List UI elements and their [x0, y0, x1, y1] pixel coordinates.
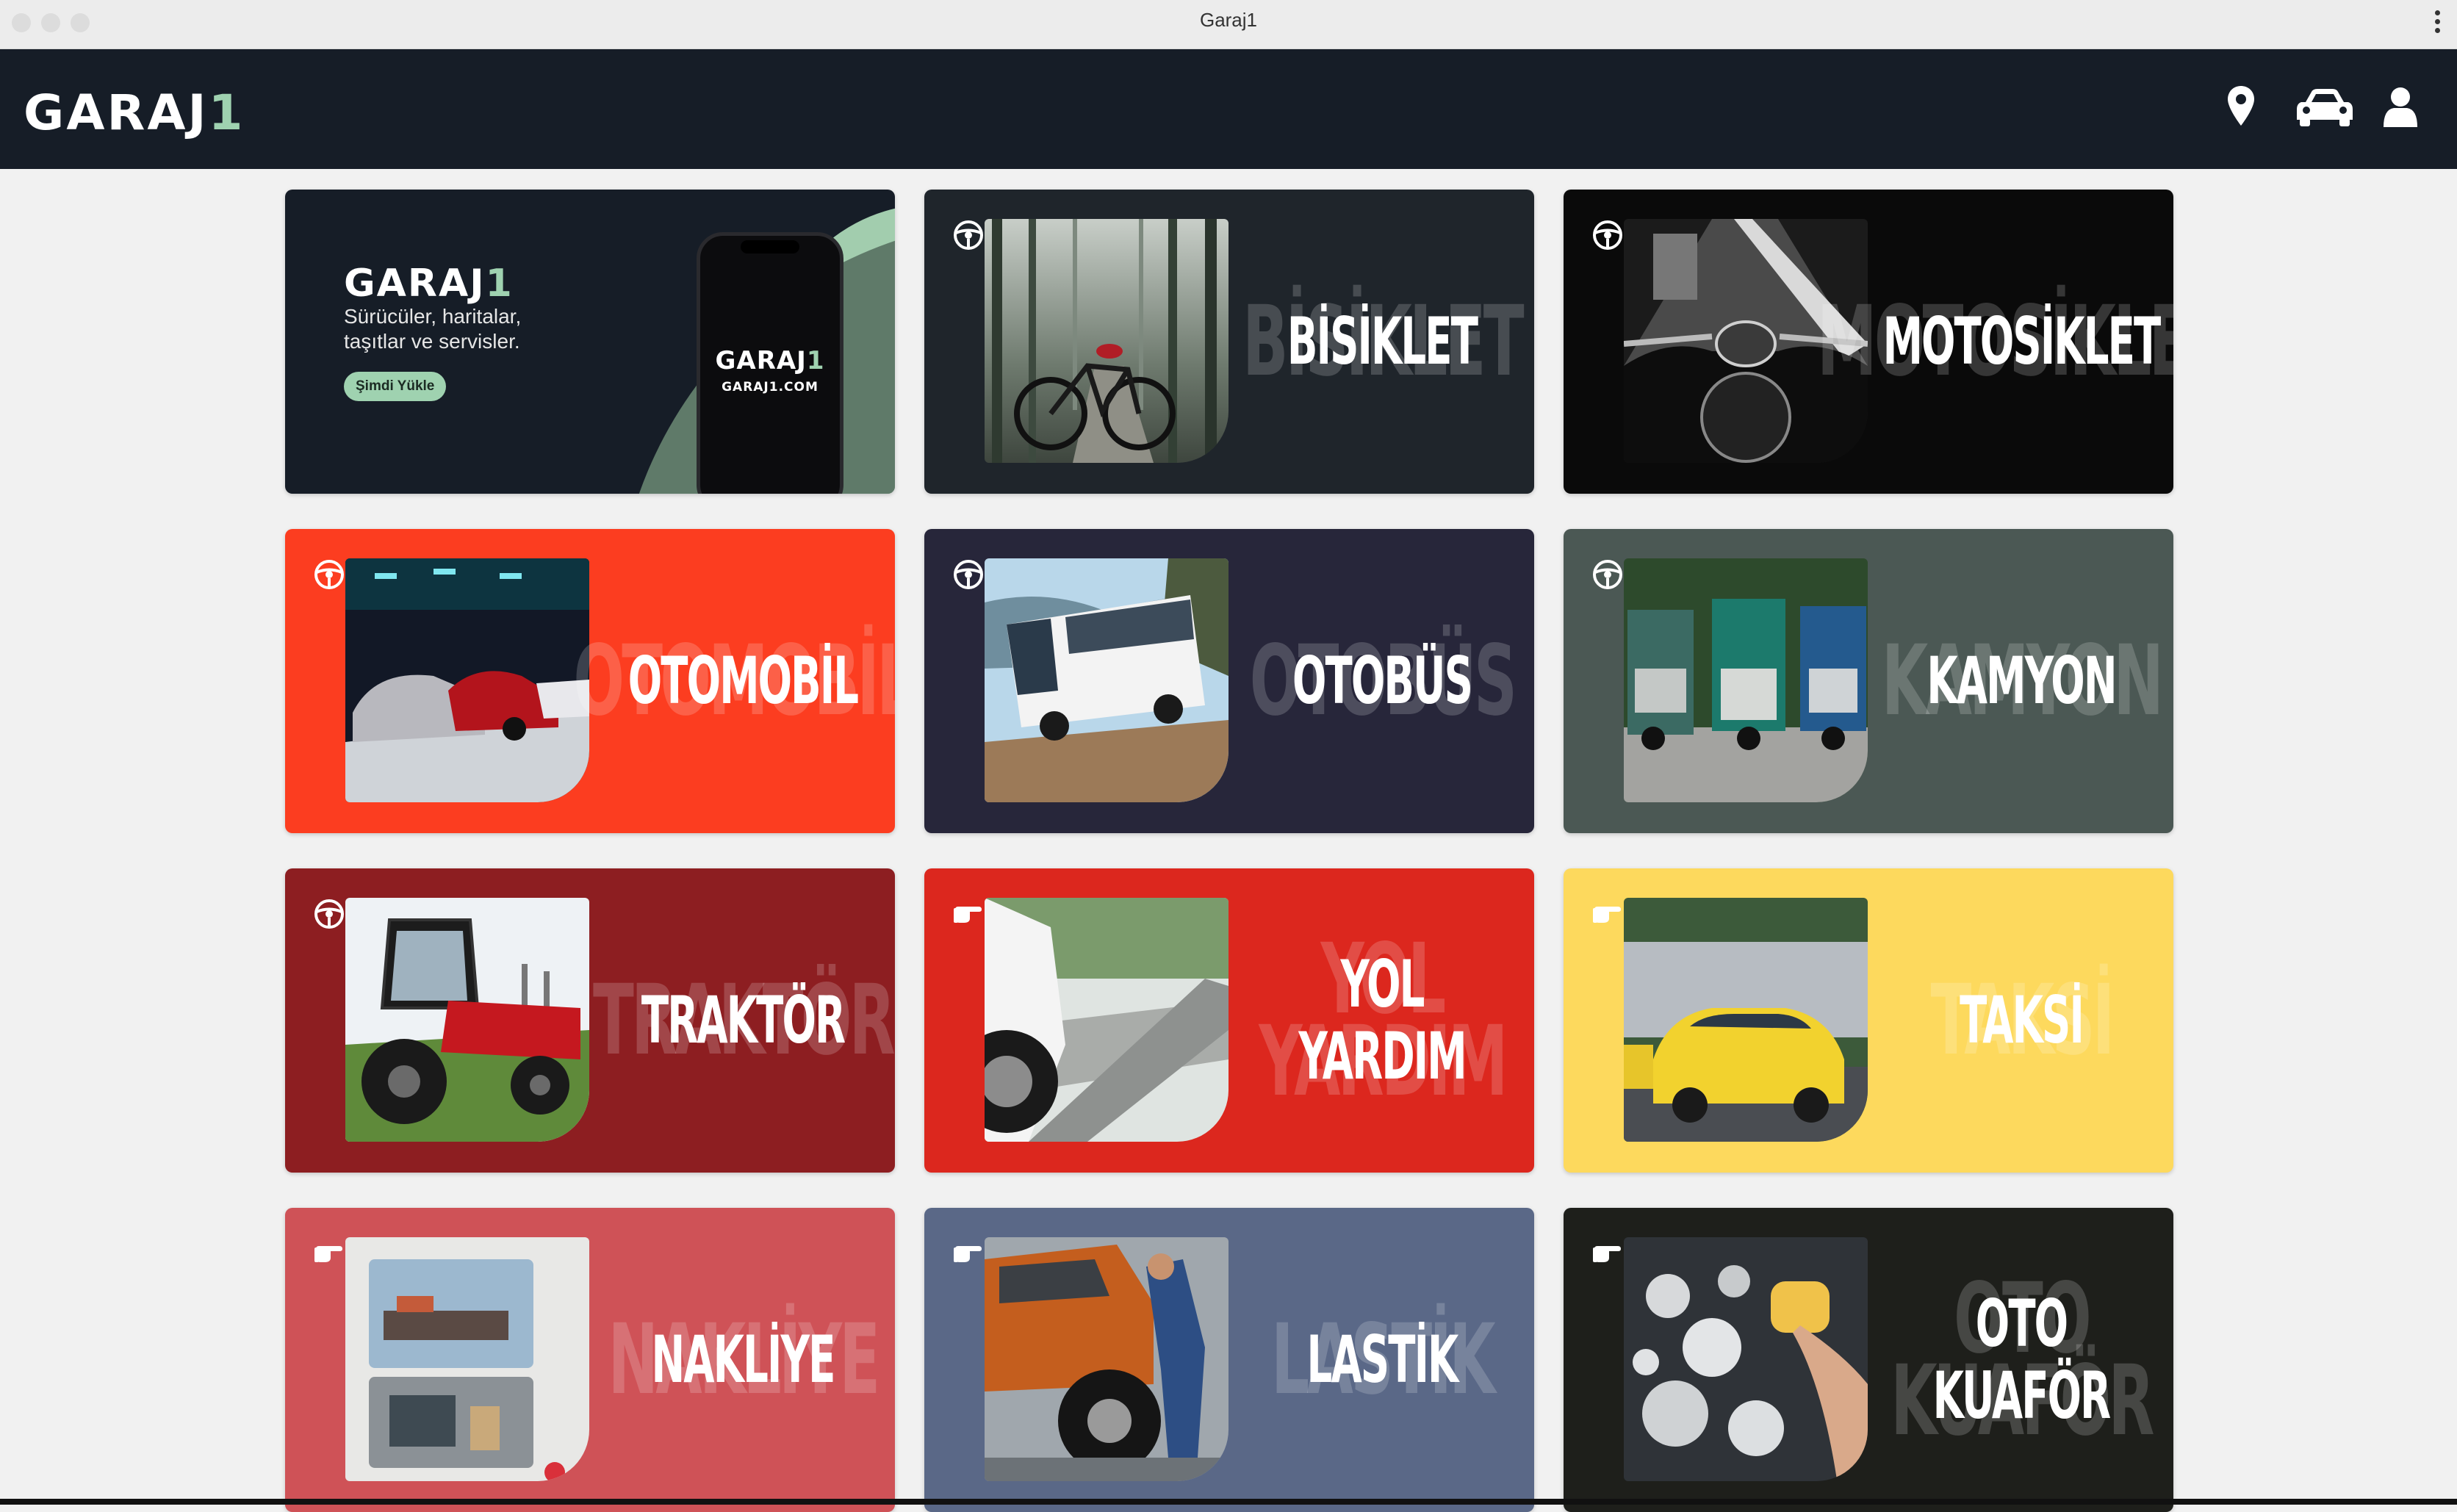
category-card-traktor[interactable]: TRAKTÖR TRAKTÖR: [285, 868, 895, 1173]
more-options-icon[interactable]: [2435, 10, 2441, 37]
category-label: OTO KUAFÖR: [1932, 1286, 2112, 1433]
pointing-hand-icon: [952, 1237, 985, 1270]
category-label: TRAKTÖR: [641, 982, 846, 1058]
trucks-photo: [1624, 558, 1868, 802]
user-icon[interactable]: [2382, 86, 2419, 129]
phone-url: GARAJ1.COM: [722, 380, 819, 395]
steering-wheel-icon: [952, 558, 985, 591]
roadside-assistance-photo: [985, 898, 1228, 1142]
garaj1-logo[interactable]: GARAJ1: [24, 84, 245, 141]
pointing-hand-icon: [313, 1237, 345, 1270]
category-label: KAMYON: [1927, 643, 2117, 719]
category-card-oto-kuafor[interactable]: OTO KUAFÖR OTO KUAFÖR: [1564, 1208, 2173, 1512]
car-icon[interactable]: [2295, 87, 2354, 127]
bicycle-photo: [985, 219, 1228, 463]
category-card-motosiklet[interactable]: MOTOSİKLETMOTOSİKLET: [1564, 190, 2173, 494]
category-card-nakliye[interactable]: NAKLİYE NAKLİYE: [285, 1208, 895, 1512]
app-header: GARAJ1: [0, 49, 2457, 169]
category-label: TAKSİ: [1960, 982, 2084, 1058]
shipping-photo: [345, 1237, 589, 1481]
category-card-taksi[interactable]: TAKSİ TAKSİ: [1564, 868, 2173, 1173]
category-grid: GARAJ1 Sürücüler, haritalar, taşıtlar ve…: [285, 190, 2173, 1512]
steering-wheel-icon: [313, 558, 345, 591]
category-card-otomobil[interactable]: OTOMOBİL OTOMOBİL: [285, 529, 895, 833]
steering-wheel-icon: [1591, 558, 1624, 591]
promo-logo: GARAJ1: [344, 262, 514, 306]
logo-text: GARAJ: [24, 84, 209, 141]
steering-wheel-icon: [952, 219, 985, 251]
pointing-hand-icon: [952, 898, 985, 930]
pointing-hand-icon: [1591, 898, 1624, 930]
promo-card[interactable]: GARAJ1 Sürücüler, haritalar, taşıtlar ve…: [285, 190, 895, 494]
category-label: OTOBÜS: [1292, 643, 1473, 719]
car-showroom-photo: [345, 558, 589, 802]
category-card-kamyon[interactable]: KAMYON KAMYON: [1564, 529, 2173, 833]
window-titlebar: Garaj1: [0, 0, 2457, 49]
category-card-bisiklet[interactable]: BİSİKLET BİSİKLET: [924, 190, 1534, 494]
category-card-lastik[interactable]: LASTİK LASTİK: [924, 1208, 1534, 1512]
window-bottom-edge: [0, 1499, 2457, 1505]
location-pin-icon[interactable]: [2226, 84, 2256, 127]
car-wash-photo: [1624, 1237, 1868, 1481]
promo-description: Sürücüler, haritalar, taşıtlar ve servis…: [344, 305, 522, 353]
taxi-photo: [1624, 898, 1868, 1142]
category-card-yol-yardim[interactable]: YOL YARDIM YOL YARDIM: [924, 868, 1534, 1173]
category-label: OTOMOBİL: [627, 643, 859, 719]
steering-wheel-icon: [1591, 219, 1624, 251]
category-label: NAKLİYE: [651, 1322, 836, 1397]
category-card-otobus[interactable]: OTOBÜS OTOBÜS: [924, 529, 1534, 833]
tire-service-photo: [985, 1237, 1228, 1481]
phone-logo: GARAJ1: [715, 346, 825, 375]
category-label: YOL YARDIM: [1298, 946, 1467, 1094]
category-label: MOTOSİKLET: [1882, 303, 2162, 379]
phone-mockup: GARAJ1 GARAJ1.COM: [697, 232, 843, 494]
download-now-button[interactable]: Şimdi Yükle: [344, 372, 447, 401]
steering-wheel-icon: [313, 898, 345, 930]
tractor-photo: [345, 898, 589, 1142]
category-label: LASTİK: [1306, 1322, 1459, 1397]
bus-photo: [985, 558, 1228, 802]
window-title: Garaj1: [1199, 9, 1258, 31]
logo-accent: 1: [208, 84, 245, 141]
pointing-hand-icon: [1591, 1237, 1624, 1270]
category-label: BİSİKLET: [1287, 303, 1478, 379]
